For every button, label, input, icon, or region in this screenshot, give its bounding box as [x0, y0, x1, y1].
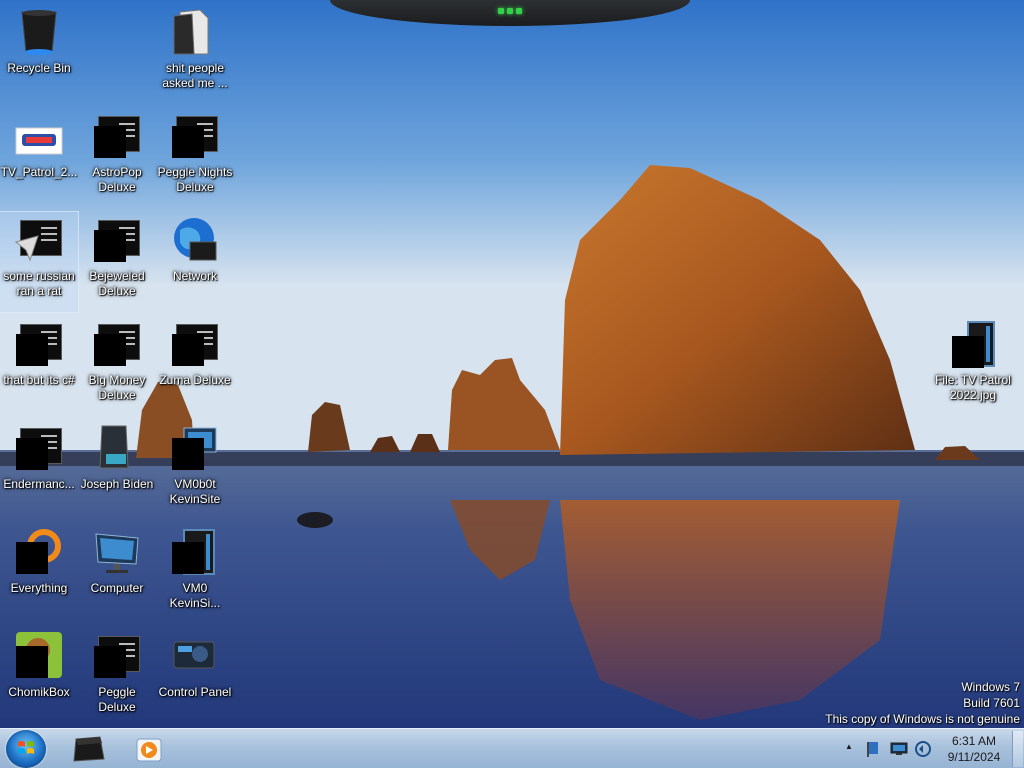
icon-label: Peggle Deluxe — [98, 685, 136, 714]
image-thumbnail-icon — [14, 112, 64, 162]
chomikbox-icon — [14, 632, 64, 682]
desktop-icon-control-panel[interactable]: Control Panel — [156, 628, 234, 728]
taskbar: ▲ 6:31 AM 9/11/2024 — [0, 728, 1024, 768]
desktop-icon-joseph-biden[interactable]: Joseph Biden — [78, 420, 156, 520]
desktop: Recycle Bin TV_Patrol_2... some russian … — [0, 0, 1024, 728]
recycle-bin-icon — [14, 8, 64, 58]
image-file-icon — [948, 320, 998, 370]
desktop-icon-some-russian-ran-a-rat[interactable]: some russian ran a rat — [0, 211, 79, 313]
network-status-icon[interactable] — [890, 741, 908, 760]
icon-label: some russian ran a rat — [3, 269, 75, 298]
app-shortcut-icon — [14, 320, 64, 370]
icon-label: Zuma Deluxe — [159, 373, 231, 387]
app-shortcut-icon — [92, 632, 142, 682]
volume-icon[interactable] — [914, 740, 932, 761]
icon-label: Network — [172, 269, 217, 283]
clock-time: 6:31 AM — [951, 734, 997, 748]
black-window-icon — [73, 736, 105, 762]
desktop-icon-big-money-deluxe[interactable]: Big Money Deluxe — [78, 316, 156, 416]
taskbar-media-player[interactable] — [122, 731, 176, 767]
icon-label: TV_Patrol_2... — [0, 165, 78, 179]
desktop-icon-tv-patrol-image[interactable]: TV_Patrol_2... — [0, 108, 78, 208]
icon-label: Everything — [10, 581, 68, 595]
desktop-icon-peggle-nights-deluxe[interactable]: Peggle Nights Deluxe — [156, 108, 234, 208]
watermark-build: Build 7601 — [963, 696, 1020, 710]
tray-expand-arrow[interactable]: ▲ — [845, 742, 853, 751]
app-shortcut-icon — [92, 216, 142, 266]
app-shortcut-icon — [14, 424, 64, 474]
icon-label: ChomikBox — [8, 685, 70, 699]
desktop-icon-bejeweled-deluxe[interactable]: Bejeweled Deluxe — [78, 212, 156, 312]
clock-date: 9/11/2024 — [947, 750, 1001, 764]
computer-tower-icon — [92, 424, 142, 474]
desktop-icon-recycle-bin[interactable]: Recycle Bin — [0, 4, 78, 104]
icon-label: File: TV Patrol 2022.jpg — [935, 373, 1011, 402]
desktop-icon-endermanch[interactable]: Endermanc... — [0, 420, 78, 520]
icon-label: Computer — [90, 581, 144, 595]
computer-monitor-icon — [92, 528, 142, 578]
icon-label: Bejeweled Deluxe — [89, 269, 145, 298]
desktop-icon-shit-people-asked-me[interactable]: shit people asked me ... — [156, 4, 234, 104]
taskbar-pinned-app[interactable] — [62, 731, 116, 767]
action-center-flag-icon[interactable] — [866, 740, 882, 761]
icon-label: that but its c# — [3, 373, 75, 387]
desktop-icon-astropop-deluxe[interactable]: AstroPop Deluxe — [78, 108, 156, 208]
icon-label: Peggle Nights Deluxe — [157, 165, 233, 194]
app-shortcut-icon — [92, 112, 142, 162]
desktop-icon-vm0b0t-kevinsite[interactable]: VM0b0t KevinSite — [156, 420, 234, 520]
monitor-shortcut-icon — [170, 424, 220, 474]
icon-label: Big Money Deluxe — [88, 373, 146, 402]
media-player-icon — [136, 738, 162, 762]
windows-logo-icon — [18, 741, 34, 754]
start-button[interactable] — [6, 730, 46, 768]
network-globe-icon — [170, 216, 220, 266]
folder-icon — [170, 8, 220, 58]
icon-label: VM0 KevinSi... — [169, 581, 221, 610]
desktop-icon-chomikbox[interactable]: ChomikBox — [0, 628, 78, 728]
app-shortcut-icon — [170, 320, 220, 370]
desktop-icon-network[interactable]: Network — [156, 212, 234, 312]
icon-label: Joseph Biden — [80, 477, 154, 491]
desktop-icon-computer[interactable]: Computer — [78, 524, 156, 624]
watermark-os-name: Windows 7 — [961, 680, 1020, 694]
everything-search-icon — [14, 528, 64, 578]
app-shortcut-icon — [14, 216, 64, 266]
document-shortcut-icon — [170, 528, 220, 578]
desktop-icon-that-but-its-csharp[interactable]: that but its c# — [0, 316, 78, 416]
desktop-icon-file-tv-patrol-2022[interactable]: File: TV Patrol 2022.jpg — [934, 316, 1012, 416]
app-shortcut-icon — [170, 112, 220, 162]
windows-watermark: Windows 7 Build 7601 This copy of Window… — [825, 679, 1020, 727]
control-panel-icon — [170, 632, 220, 682]
icon-label: Recycle Bin — [7, 61, 71, 75]
icon-label: AstroPop Deluxe — [92, 165, 142, 194]
icon-label: Control Panel — [158, 685, 232, 699]
app-shortcut-icon — [92, 320, 142, 370]
icon-label: Endermanc... — [3, 477, 75, 491]
system-clock[interactable]: 6:31 AM 9/11/2024 — [934, 733, 1014, 765]
watermark-genuine-notice: This copy of Windows is not genuine — [825, 712, 1020, 726]
desktop-icon-zuma-deluxe[interactable]: Zuma Deluxe — [156, 316, 234, 416]
desktop-icon-vm0-kevinsite[interactable]: VM0 KevinSi... — [156, 524, 234, 624]
desktop-icon-peggle-deluxe[interactable]: Peggle Deluxe — [78, 628, 156, 728]
icon-label: VM0b0t KevinSite — [169, 477, 221, 506]
show-desktop-button[interactable] — [1012, 731, 1023, 767]
desktop-icon-everything[interactable]: Everything — [0, 524, 78, 624]
icon-label: shit people asked me ... — [162, 61, 228, 90]
